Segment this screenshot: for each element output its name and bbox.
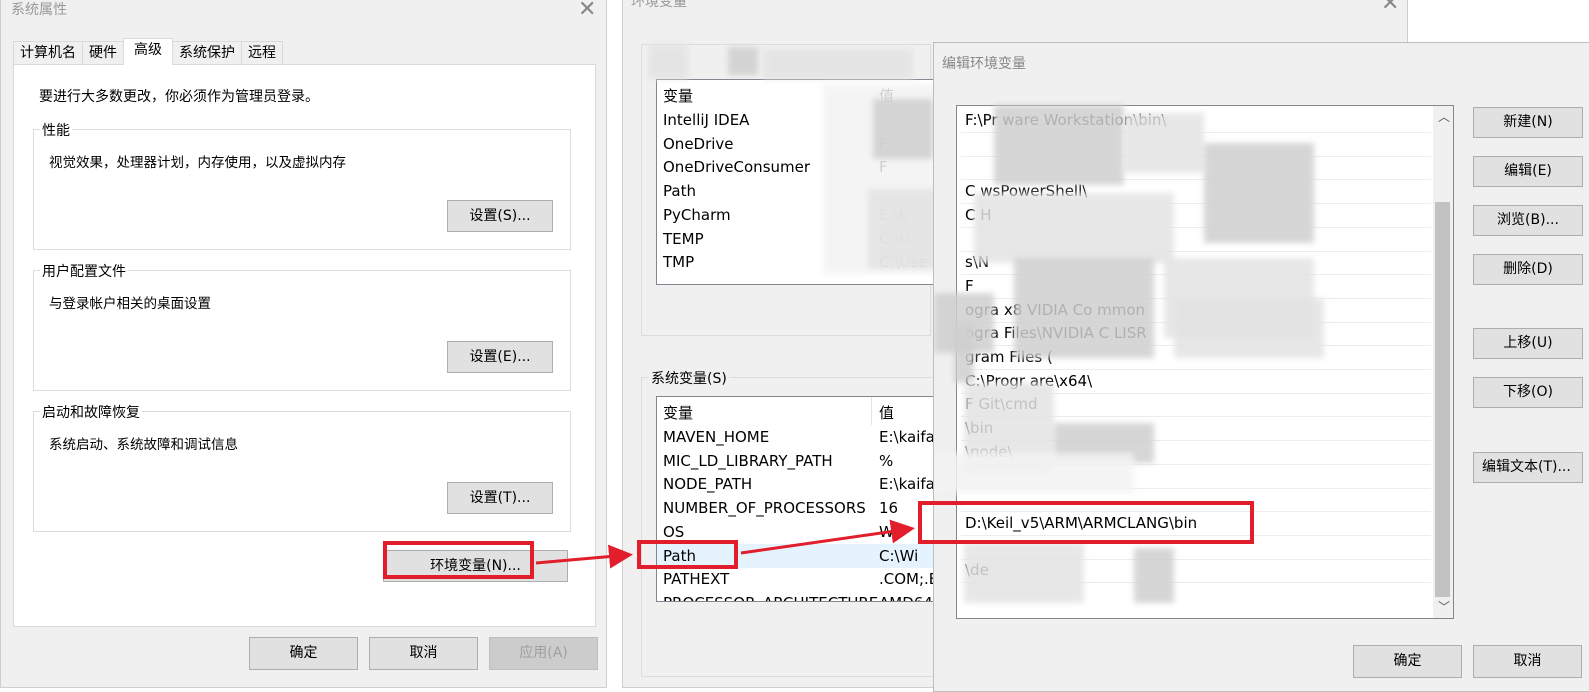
startup-settings-button[interactable]: 设置(T)... <box>447 482 553 514</box>
user-variable-name[interactable]: OneDriveConsumer <box>663 155 810 179</box>
scrollbar-thumb[interactable] <box>1435 202 1450 597</box>
system-variable-name[interactable]: PATHEXT <box>663 567 729 591</box>
user-variable-name[interactable]: Path <box>663 179 696 203</box>
vertical-scrollbar[interactable]: ︿ ﹀ <box>1433 106 1453 618</box>
system-variable-value[interactable]: % <box>879 449 893 473</box>
ok-button[interactable]: 确定 <box>1353 645 1462 678</box>
close-icon[interactable]: ✕ <box>578 0 596 21</box>
group-label: 启动和故障恢复 <box>40 402 142 422</box>
privacy-mosaic <box>728 47 758 75</box>
privacy-mosaic <box>1124 113 1204 173</box>
profile-settings-button[interactable]: 设置(E)... <box>447 341 553 373</box>
system-variable-value[interactable]: E:\kaifa <box>879 472 935 496</box>
highlight-env-button <box>383 541 534 579</box>
system-variable-name[interactable]: PROCESSOR_ARCHITECTURE <box>663 591 878 601</box>
system-variable-value[interactable]: .COM;.E <box>879 567 938 591</box>
new-button[interactable]: 新建(N) <box>1473 107 1583 138</box>
user-variable-name[interactable]: OneDrive <box>663 132 734 156</box>
move-up-button[interactable]: 上移(U) <box>1473 328 1583 359</box>
ok-button[interactable]: 确定 <box>249 637 358 670</box>
privacy-mosaic <box>1204 143 1314 243</box>
privacy-mosaic <box>763 49 913 79</box>
system-variables-list[interactable]: 变量 值 MAVEN_HOME E:\kaifa\ MIC_LD_LIBRARY_P… <box>656 396 946 602</box>
user-profile-group: 用户配置文件 与登录帐户相关的桌面设置 设置(E)... <box>33 261 571 391</box>
system-variable-value[interactable]: E:\kaifa\ <box>879 425 940 449</box>
privacy-mosaic <box>974 193 1174 263</box>
privacy-mosaic <box>1134 548 1174 603</box>
user-variable-name[interactable]: TMP <box>663 250 694 274</box>
highlight-keil-entry <box>918 501 1254 544</box>
tab-remote[interactable]: 远程 <box>241 41 283 65</box>
edit-environment-variable-dialog: 编辑环境变量 F:\Pr ware Workstation\bin\C wsPo… <box>933 42 1589 692</box>
system-variable-name[interactable]: NUMBER_OF_PROCESSORS <box>663 496 866 520</box>
edit-button[interactable]: 编辑(E) <box>1473 156 1583 187</box>
scroll-down-icon[interactable]: ﹀ <box>1438 598 1450 615</box>
system-variable-name[interactable]: MAVEN_HOME <box>663 425 769 449</box>
tab-bar: 计算机名 硬件 高级 系统保护 远程 <box>13 38 283 65</box>
tab-hardware[interactable]: 硬件 <box>82 41 124 65</box>
scroll-up-icon[interactable]: ︿ <box>1438 108 1450 125</box>
dialog-title: 编辑环境变量 <box>942 56 1026 72</box>
tab-computer-name[interactable]: 计算机名 <box>13 41 83 65</box>
group-description: 视觉效果，处理器计划，内存使用，以及虚拟内存 <box>49 155 346 171</box>
tab-system-protection[interactable]: 系统保护 <box>172 41 242 65</box>
edit-text-button[interactable]: 编辑文本(T)... <box>1473 452 1583 483</box>
system-properties-dialog: 系统属性 ✕ 计算机名 硬件 高级 系统保护 远程 要进行大多数更改，你必须作为… <box>0 0 607 688</box>
highlight-path-row <box>637 540 738 569</box>
system-variable-value[interactable]: Wi <box>879 520 898 544</box>
apply-button: 应用(A) <box>489 637 598 670</box>
column-divider <box>871 397 872 425</box>
performance-settings-button[interactable]: 设置(S)... <box>447 200 553 232</box>
performance-group: 性能 视觉效果，处理器计划，内存使用，以及虚拟内存 设置(S)... <box>33 120 571 250</box>
tab-advanced[interactable]: 高级 <box>123 38 173 65</box>
system-variable-name[interactable]: MIC_LD_LIBRARY_PATH <box>663 449 833 473</box>
delete-button[interactable]: 删除(D) <box>1473 254 1583 285</box>
privacy-mosaic <box>994 105 1124 185</box>
privacy-mosaic <box>1014 258 1154 358</box>
privacy-mosaic <box>954 323 974 383</box>
move-down-button[interactable]: 下移(O) <box>1473 377 1583 408</box>
privacy-mosaic <box>873 99 933 159</box>
user-variable-name[interactable]: IntelliJ IDEA <box>663 108 749 132</box>
system-variable-value[interactable]: 16 <box>879 496 898 520</box>
group-label: 用户配置文件 <box>40 261 128 281</box>
user-variable-name[interactable]: PyCharm <box>663 203 731 227</box>
column-header-variable[interactable]: 变量 <box>663 401 693 425</box>
startup-recovery-group: 启动和故障恢复 系统启动、系统故障和调试信息 设置(T)... <box>33 402 571 532</box>
system-variable-value[interactable]: AMD64 <box>879 591 933 601</box>
system-variables-label: 系统变量(S) <box>649 368 729 388</box>
privacy-mosaic <box>964 543 1084 603</box>
dialog-title: 环境变量 <box>631 0 687 10</box>
admin-note: 要进行大多数更改，你必须作为管理员登录。 <box>39 89 319 105</box>
privacy-mosaic <box>868 189 938 269</box>
system-variable-name[interactable]: NODE_PATH <box>663 472 752 496</box>
system-variable-value[interactable]: C:\Wi <box>879 544 918 568</box>
group-label: 性能 <box>40 120 72 140</box>
column-header-value[interactable]: 值 <box>879 401 894 425</box>
cancel-button[interactable]: 取消 <box>369 637 478 670</box>
group-description: 系统启动、系统故障和调试信息 <box>49 437 238 453</box>
privacy-mosaic <box>648 44 688 79</box>
browse-button[interactable]: 浏览(B)... <box>1473 205 1583 236</box>
close-icon[interactable]: ✕ <box>1381 0 1399 15</box>
privacy-mosaic <box>1174 298 1324 358</box>
dialog-title: 系统属性 <box>11 2 67 18</box>
cancel-button[interactable]: 取消 <box>1473 645 1582 678</box>
privacy-mosaic <box>934 453 1134 493</box>
column-header-variable[interactable]: 变量 <box>663 84 693 108</box>
user-variable-name[interactable]: TEMP <box>663 227 704 251</box>
group-description: 与登录帐户相关的桌面设置 <box>49 296 211 312</box>
